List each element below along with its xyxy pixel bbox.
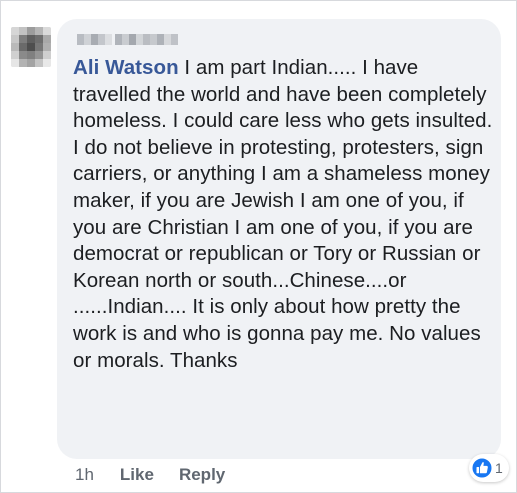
comment-actions: 1h Like Reply <box>75 461 250 489</box>
reaction-summary[interactable]: 1 <box>469 454 509 482</box>
comment-body: I am part Indian..... I have travelled t… <box>73 56 493 372</box>
redacted-name-block <box>77 32 187 48</box>
like-thumb-icon <box>471 457 493 479</box>
comment-bubble: Ali Watson I am part Indian..... I have … <box>57 19 501 459</box>
comment-frame: Ali Watson I am part Indian..... I have … <box>0 0 517 493</box>
comment-text: Ali Watson I am part Indian..... I have … <box>73 55 498 374</box>
blurred-avatar-image <box>11 27 51 67</box>
comment-timestamp[interactable]: 1h <box>75 465 94 485</box>
reaction-count: 1 <box>495 460 503 476</box>
comment-author-name[interactable]: Ali Watson <box>73 56 179 79</box>
blurred-name-image <box>77 34 178 45</box>
like-button[interactable]: Like <box>120 465 154 485</box>
reply-button[interactable]: Reply <box>179 465 225 485</box>
avatar[interactable] <box>11 27 51 67</box>
